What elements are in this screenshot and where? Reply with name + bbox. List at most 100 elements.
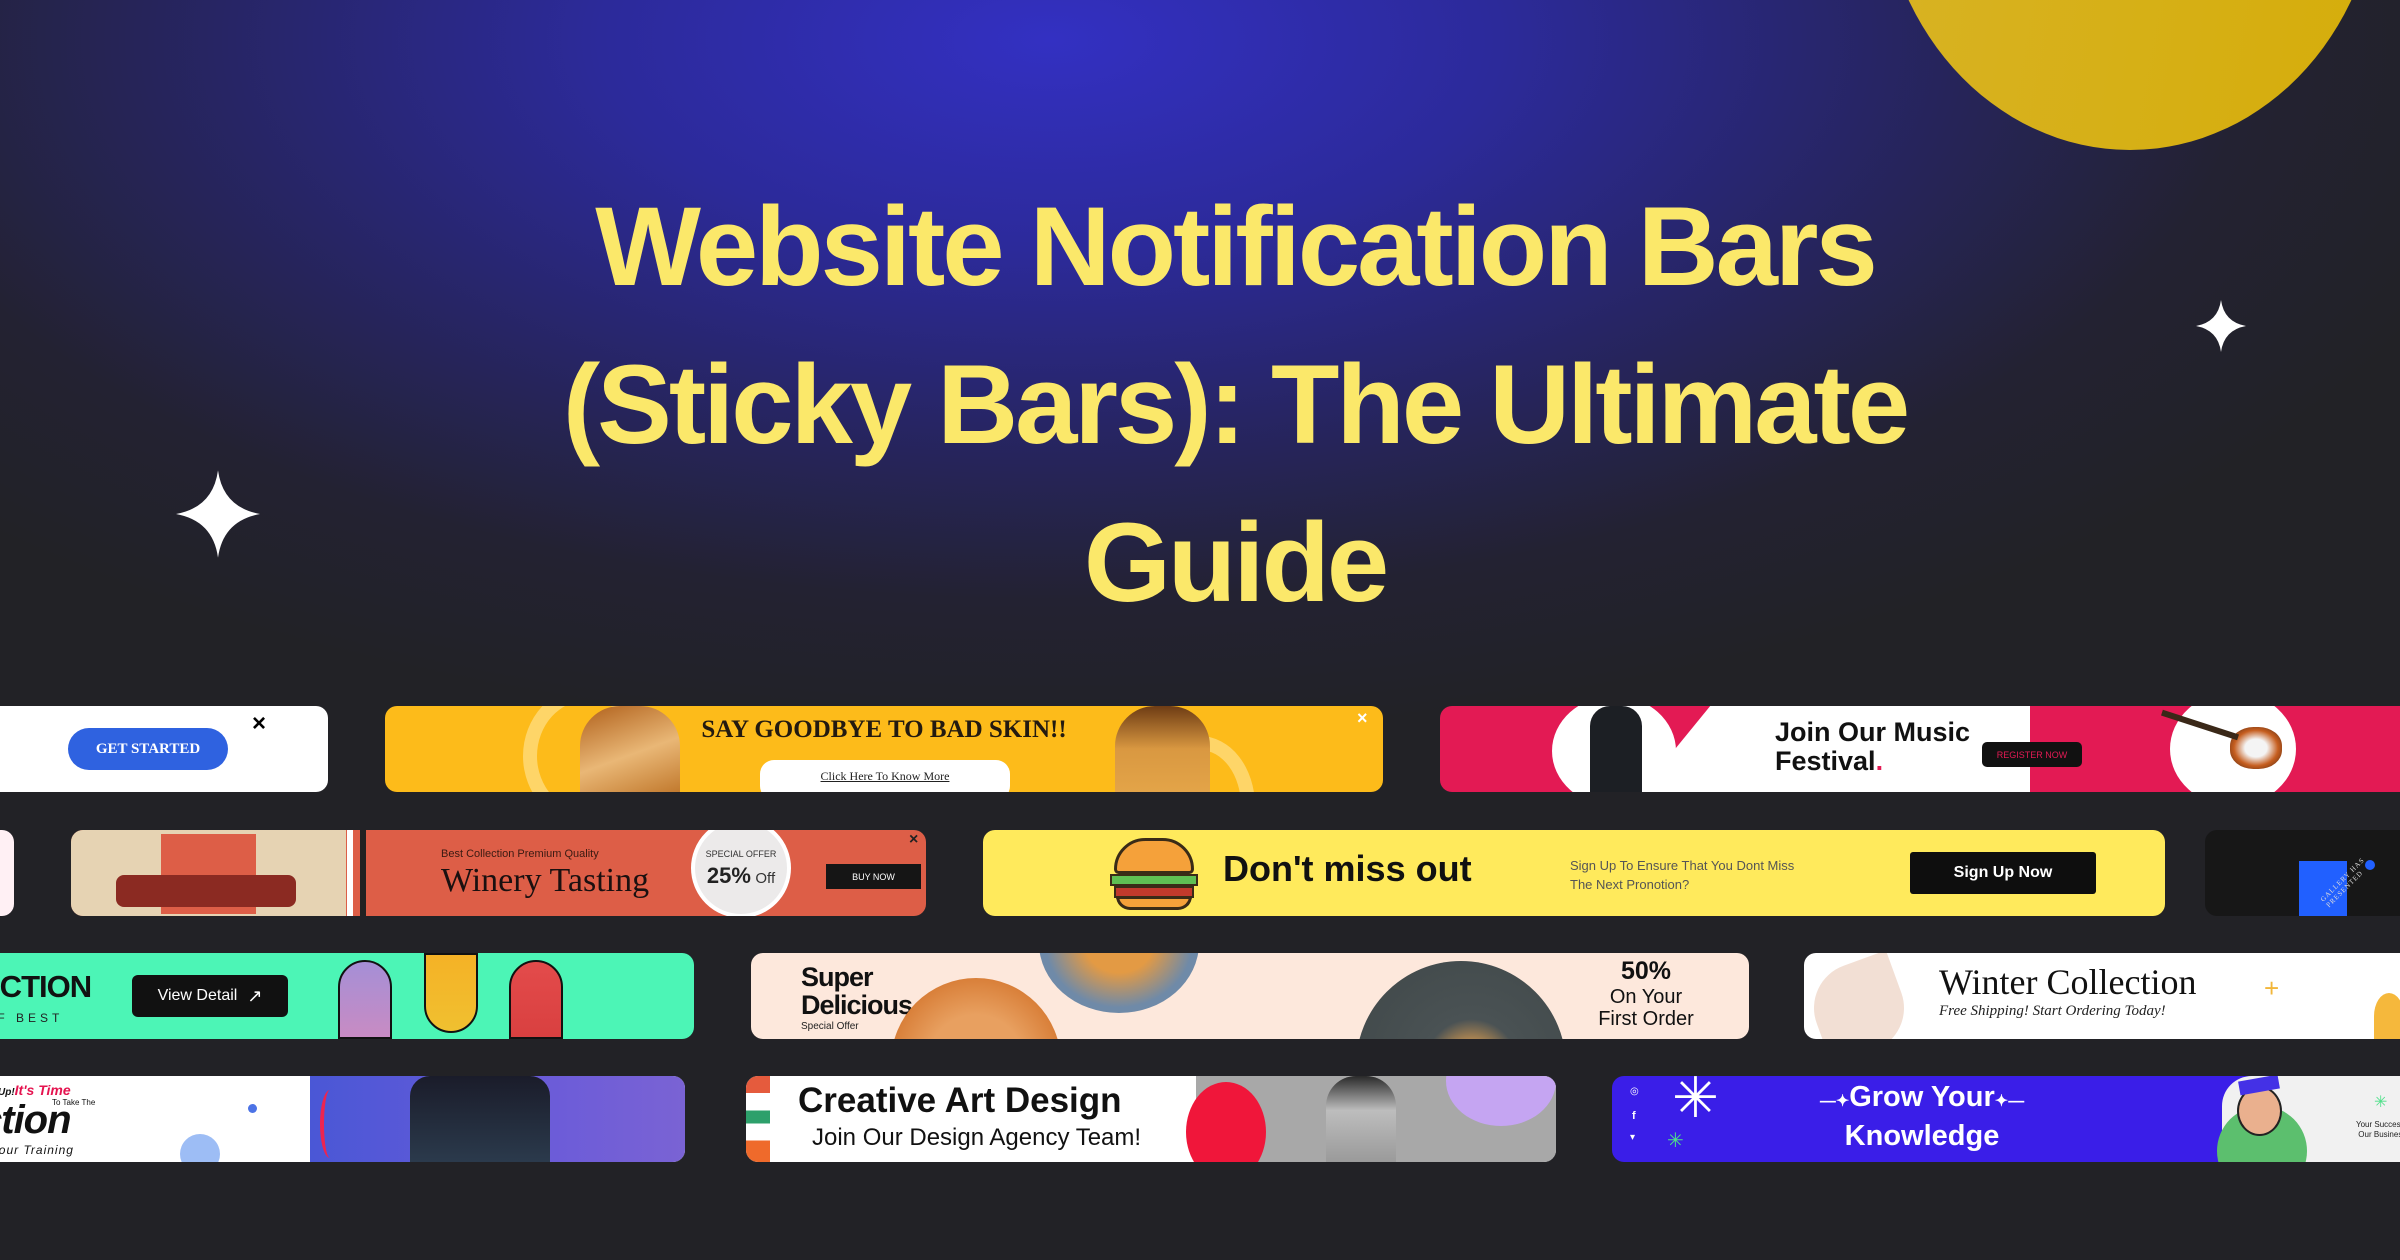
offer-value: 50% [1620,957,1672,985]
title-line: (Sticky Bars): The Ultimate [562,342,1910,467]
burger-bun-bottom [1116,896,1192,910]
button-label: View Detail [157,987,238,1004]
flame-decoration [2374,993,2400,1039]
winery-kicker: Best Collection Premium Quality [441,848,599,860]
leaf-decoration [1804,953,1917,1039]
page-title: Website Notification Bars (Sticky Bars):… [300,168,2170,642]
art-photo-panel [1186,1076,1556,1162]
burger-headline: Don't miss out [1223,848,1472,889]
winery-bar: Best Collection Premium Quality Winery T… [71,830,926,916]
offer-text: 50% On Your First Order [1561,957,1731,1030]
winter-subtext: Free Shipping! Start Ordering Today! [1939,1003,2166,1019]
model-photo [338,960,392,1039]
burger-signup-bar: Don't miss out Sign Up To Ensure That Yo… [983,830,2165,916]
instagram-icon[interactable]: ◎ [1630,1086,1639,1097]
close-icon[interactable]: × [909,831,918,849]
get-started-button[interactable]: GET STARTED [68,728,228,770]
accent-dot: . [1875,746,1884,776]
musician-figure [1590,706,1642,792]
sparkle-icon: —✦ [1819,1093,1850,1110]
leaf-decoration [320,1090,340,1158]
music-festival-bar: Join Our Music Festival. REGISTER NOW [1440,706,2400,792]
food-kicker: Special Offer [801,1021,859,1032]
pizza-photo [891,978,1061,1039]
badge-suffix: Off [755,870,776,887]
fitness-bar: Up!It's Time To Take The ction t Your Tr… [0,1076,685,1162]
headline-line: Festival [1775,746,1876,776]
wine-product-panel [71,830,346,916]
offer-line: First Order [1598,1008,1694,1030]
partial-bar [0,830,14,916]
sign-up-now-button[interactable]: Sign Up Now [1910,852,2096,894]
register-now-button[interactable]: REGISTER NOW [1982,742,2082,767]
close-icon[interactable]: × [1357,708,1368,729]
creative-art-bar: Creative Art Design Join Our Design Agen… [746,1076,1556,1162]
divider [347,830,353,916]
kicker-text: Up! [0,1087,15,1098]
pattern-decoration [746,1076,770,1162]
arrow-up-right-icon: ↗ [247,985,263,1006]
green-star-icon: ✳ [2374,1094,2388,1111]
side-line: Your Success [2356,1120,2400,1129]
fitness-photo [310,1076,685,1162]
twitter-icon[interactable]: ▾ [1630,1132,1635,1143]
food-headline: Super Delicious [801,963,913,1020]
model-photo [509,960,563,1039]
winter-collection-bar: Winter Collection Free Shipping! Start O… [1804,953,2400,1039]
subtext-line: The Next Pronotion? [1570,877,1690,892]
side-text: Your Success Our Busines [2356,1120,2400,1140]
salad-photo [1039,953,1199,1013]
sparkle-icon: + [2264,973,2280,1003]
headline-line: Knowledge [1844,1120,2000,1152]
wine-bottle [116,875,296,907]
special-offer-badge: SPECIAL OFFER 25% Off [691,830,791,916]
headline-text: Grow Your [1849,1081,1995,1113]
badge-label: SPECIAL OFFER [705,849,777,859]
knowledge-headline: —✦Grow Your✦— Knowledge [1792,1080,2052,1153]
fitness-headline: ction [0,1098,72,1142]
dot-decoration [248,1104,257,1113]
title-line: Website Notification Bars [595,184,1878,309]
collection-headline: ECTION [0,969,92,1004]
title-line: Guide [1083,500,1389,625]
burger-lettuce [1110,874,1198,886]
know-more-link[interactable]: Click Here To Know More [760,760,1010,792]
view-detail-button[interactable]: View Detail ↗ [132,975,288,1017]
headline-line: Delicious [801,990,913,1020]
buy-now-button[interactable]: BUY NOW [826,864,921,889]
flower-decoration [1446,1076,1556,1126]
get-started-bar: GET STARTED × [0,706,328,792]
guitar-photo [2161,706,2296,792]
model-photo [424,953,478,1033]
fitness-kicker: Up!It's Time [0,1082,71,1098]
burger-icon [1108,836,1198,910]
festival-headline: Join Our Music Festival. [1775,718,1970,776]
plate-photo [1356,961,1566,1039]
food-offer-bar: Super Delicious Special Offer 50% On You… [751,953,1749,1039]
green-star-icon: ✳ [1667,1130,1684,1152]
red-shape [1186,1082,1266,1162]
athlete-figure [410,1076,550,1162]
winery-headline: Winery Tasting [441,862,650,899]
sparkle-icon [176,470,260,558]
winter-headline: Winter Collection [1939,962,2197,1002]
woman-portrait [1326,1076,1396,1162]
grow-knowledge-bar: ◎ f ▾ ✳ ✳ —✦Grow Your✦— Knowledge ✳ Your… [1612,1076,2400,1162]
facebook-icon[interactable]: f [1632,1110,1636,1122]
divider [360,830,366,916]
collection-bar: ECTION FF BEST View Detail ↗ [0,953,694,1039]
flower-decoration [180,1134,220,1162]
kicker-highlight: It's Time [14,1082,71,1098]
side-line: Our Busines [2358,1130,2400,1139]
gallery-bar: GALLERY HAS PRESENTED [2205,830,2400,916]
badge-value: 25% [706,863,751,888]
offer-line: On Your [1609,986,1683,1008]
musician-photo [1552,706,1676,792]
burger-bun-top [1114,838,1194,874]
guitar-neck [2161,709,2239,741]
pin-icon [2365,860,2375,870]
fitness-subline: t Your Training [0,1143,74,1157]
close-icon[interactable]: × [252,710,266,738]
starburst-icon: ✳ [1672,1076,1719,1129]
burger-subtext: Sign Up To Ensure That You Dont Miss The… [1570,856,1794,894]
